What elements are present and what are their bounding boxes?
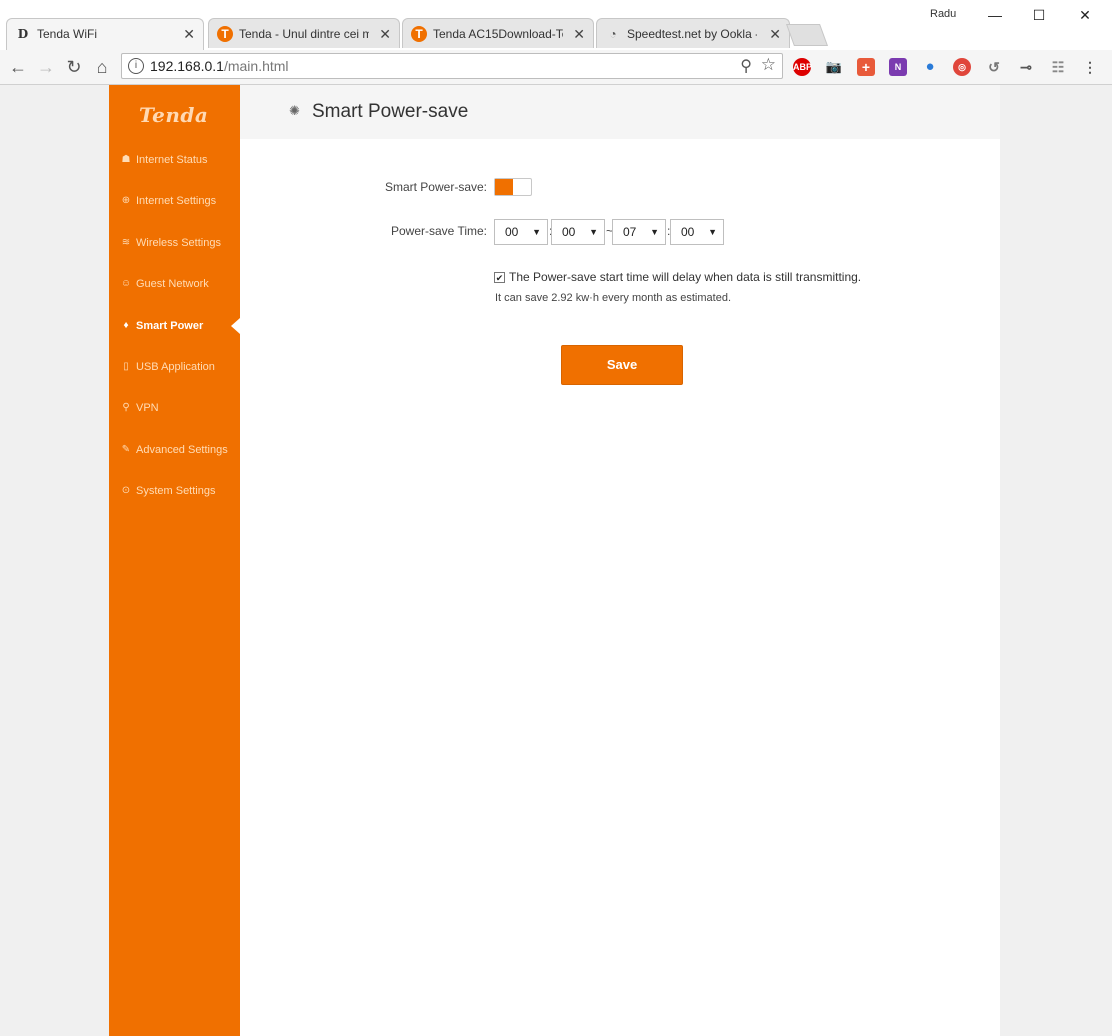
onenote-icon[interactable]: N: [889, 58, 907, 76]
vpn-icon: ⚲: [122, 402, 130, 413]
close-window-icon[interactable]: ✕: [1062, 0, 1108, 30]
sidebar: Tenda ☗ Internet Status ⊕ Internet Setti…: [109, 85, 240, 1036]
browser-titlebar: D Tenda WiFi ✕ T Tenda - Unul dintre cei…: [0, 0, 1112, 50]
red-extension-icon[interactable]: ◎: [953, 58, 971, 76]
sidebar-item-label: Wireless Settings: [136, 237, 221, 249]
home-icon[interactable]: ⌂: [90, 55, 114, 79]
sidebar-item-usb-application[interactable]: ▯ USB Application: [109, 355, 240, 379]
sidebar-item-wireless-settings[interactable]: ≋ Wireless Settings: [109, 231, 240, 255]
status-icon: ☗: [121, 154, 131, 165]
tenda-logo: Tenda: [139, 103, 209, 127]
globe-extension-icon[interactable]: ●: [921, 58, 939, 76]
back-icon[interactable]: ←: [6, 55, 30, 79]
url-path: /main.html: [223, 58, 289, 74]
start-minute-select[interactable]: 00 ▼: [551, 219, 605, 245]
adblock-icon[interactable]: ABP: [793, 58, 812, 76]
smart-power-toggle[interactable]: [494, 178, 532, 196]
info-icon[interactable]: i: [128, 58, 144, 74]
browser-toolbar: ← → ↻ ⌂ i 192.168.0.1/main.html ⚲ ☆ ABP …: [0, 50, 1112, 85]
lightbulb-icon: ✺: [289, 103, 300, 118]
star-icon[interactable]: ☆: [761, 55, 776, 75]
content-header: ✺ Smart Power-save: [240, 85, 1000, 139]
sidebar-item-label: Smart Power: [136, 320, 204, 332]
tab-label: Tenda - Unul dintre cei m: [239, 27, 369, 41]
sidebar-item-internet-status[interactable]: ☗ Internet Status: [109, 148, 240, 172]
maximize-icon[interactable]: ☐: [1016, 0, 1062, 30]
main-content: ✺ Smart Power-save Smart Power-save: Pow…: [240, 85, 1000, 1036]
sidebar-item-label: Internet Status: [136, 154, 208, 166]
sidebar-item-label: System Settings: [136, 485, 216, 497]
zoom-icon[interactable]: ⚲: [740, 56, 752, 76]
save-button[interactable]: Save: [561, 345, 683, 385]
sidebar-item-advanced-settings[interactable]: ✎ Advanced Settings: [109, 438, 240, 462]
dropdown-arrow-icon: ▼: [532, 227, 541, 237]
page-background: [1000, 85, 1112, 1036]
minimize-icon[interactable]: —: [972, 0, 1018, 30]
tab-speedtest[interactable]: ◔ Speedtest.net by Ookla - ✕: [596, 18, 790, 48]
tab-tenda-unul[interactable]: T Tenda - Unul dintre cei m ✕: [208, 18, 400, 48]
end-minute-select[interactable]: 00 ▼: [670, 219, 724, 245]
tab-label: Speedtest.net by Ookla -: [627, 27, 757, 41]
page-viewport: Tenda ☗ Internet Status ⊕ Internet Setti…: [0, 85, 1112, 1036]
end-hour-select[interactable]: 07 ▼: [612, 219, 666, 245]
start-hour-select[interactable]: 00 ▼: [494, 219, 548, 245]
guest-icon: ☺: [120, 278, 132, 289]
delay-note: The Power-save start time will delay whe…: [509, 270, 862, 284]
dropdown-arrow-icon: ▼: [589, 227, 598, 237]
close-icon[interactable]: ✕: [183, 19, 195, 49]
sidebar-item-label: Internet Settings: [136, 195, 217, 207]
usb-icon: ▯: [123, 361, 129, 372]
selected-value: 00: [681, 225, 695, 239]
power-save-time-label: Power-save Time:: [390, 224, 487, 238]
plus-extension-icon[interactable]: +: [857, 58, 875, 76]
menu-icon[interactable]: ⋮: [1081, 58, 1099, 76]
selected-value: 00: [505, 225, 519, 239]
tab-label: Tenda AC15Download-Te: [433, 27, 563, 41]
tab-tenda-ac15[interactable]: T Tenda AC15Download-Te ✕: [402, 18, 594, 48]
reload-icon[interactable]: ↻: [62, 55, 86, 79]
sidebar-item-label: USB Application: [136, 361, 215, 373]
tenda-icon: T: [217, 26, 233, 42]
estimate-note: It can save 2.92 kw·h every month as est…: [495, 292, 732, 304]
grid-icon[interactable]: ☷: [1049, 58, 1067, 76]
dropdown-arrow-icon: ▼: [650, 227, 659, 237]
tenda-d-icon: D: [17, 27, 29, 41]
lightbulb-icon: ♦: [123, 320, 129, 331]
new-tab-button[interactable]: [785, 24, 829, 46]
user-name[interactable]: Radu: [930, 8, 956, 20]
speedometer-icon: ◔: [609, 27, 617, 41]
sidebar-item-internet-settings[interactable]: ⊕ Internet Settings: [109, 189, 240, 213]
tenda-icon: T: [411, 26, 427, 42]
history-icon[interactable]: ↺: [985, 58, 1003, 76]
selected-value: 07: [623, 225, 637, 239]
close-icon[interactable]: ✕: [379, 19, 391, 48]
pin-icon[interactable]: ⊸: [1017, 58, 1035, 76]
tab-tenda-wifi[interactable]: D Tenda WiFi ✕: [6, 18, 204, 50]
globe-icon: ⊕: [121, 195, 131, 206]
forward-icon[interactable]: →: [34, 55, 58, 79]
sidebar-item-vpn[interactable]: ⚲ VPN: [109, 396, 240, 420]
address-bar[interactable]: i 192.168.0.1/main.html ⚲ ☆: [121, 53, 783, 79]
sidebar-item-label: Advanced Settings: [136, 444, 228, 456]
settings-icon: ⊙: [121, 485, 131, 496]
close-icon[interactable]: ✕: [573, 19, 585, 48]
sidebar-item-label: VPN: [136, 402, 159, 414]
sidebar-item-system-settings[interactable]: ⊙ System Settings: [109, 479, 240, 503]
sidebar-item-smart-power[interactable]: ♦ Smart Power: [109, 314, 240, 338]
tab-label: Tenda WiFi: [37, 27, 98, 41]
sidebar-item-label: Guest Network: [136, 278, 209, 290]
toggle-on-indicator: [495, 179, 513, 195]
wifi-icon: ≋: [121, 237, 131, 248]
delay-checkbox[interactable]: ✔: [494, 272, 505, 283]
sidebar-item-guest-network[interactable]: ☺ Guest Network: [109, 272, 240, 296]
dropdown-arrow-icon: ▼: [708, 227, 717, 237]
close-icon[interactable]: ✕: [769, 19, 781, 48]
url-text[interactable]: 192.168.0.1/main.html: [150, 58, 289, 74]
wrench-icon: ✎: [121, 444, 131, 455]
selected-value: 00: [562, 225, 576, 239]
page-title: Smart Power-save: [312, 101, 469, 122]
camera-icon[interactable]: 📷: [825, 58, 843, 76]
smart-power-label: Smart Power-save:: [384, 180, 487, 194]
url-host: 192.168.0.1: [150, 58, 224, 74]
